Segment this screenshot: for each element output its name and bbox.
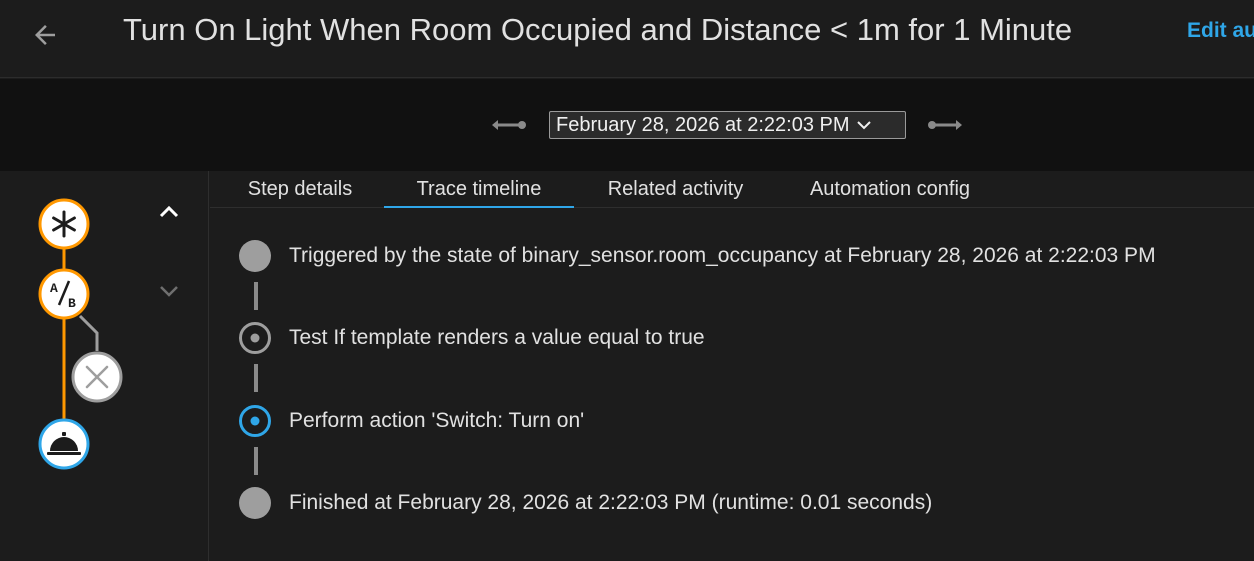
timeline-connector	[254, 282, 258, 310]
svg-text:B: B	[68, 296, 76, 311]
timeline-entry-text: Triggered by the state of binary_sensor.…	[289, 244, 1156, 267]
previous-step-button[interactable]	[154, 197, 184, 227]
tab-automation-config[interactable]: Automation config	[794, 171, 986, 208]
condition-node[interactable]: A B	[38, 268, 90, 320]
timeline-entry-text: Test If template renders a value equal t…	[289, 326, 705, 349]
timeline-entry-text: Perform action 'Switch: Turn on'	[289, 409, 585, 432]
timeline-entry: Triggered by the state of binary_sensor.…	[238, 238, 1156, 274]
page-title: Turn On Light When Room Occupied and Dis…	[123, 12, 1073, 47]
chevron-down-icon	[160, 286, 178, 297]
trace-tabs: Step details Trace timeline Related acti…	[210, 171, 1254, 208]
graph-edge-condition-fail	[78, 314, 99, 351]
circle-icon	[238, 486, 272, 520]
timeline-connector	[254, 447, 258, 475]
trace-date-select[interactable]: February 28, 2026 at 2:22:03 PM	[549, 111, 906, 139]
next-step-button[interactable]	[154, 276, 184, 306]
newer-trace-button[interactable]	[925, 114, 965, 136]
edit-automation-link[interactable]: Edit au	[1187, 19, 1254, 43]
timeline-entry: Test If template renders a value equal t…	[238, 320, 705, 356]
trace-timeline: Triggered by the state of binary_sensor.…	[210, 209, 1254, 561]
chevron-up-icon	[159, 205, 179, 218]
trace-date-value: February 28, 2026 at 2:22:03 PM	[556, 114, 850, 136]
chevron-down-icon	[856, 121, 871, 130]
timeline-entry-text: Finished at February 28, 2026 at 2:22:03…	[289, 491, 933, 514]
arrow-collapse-right-icon	[928, 120, 962, 130]
older-trace-button[interactable]	[489, 114, 529, 136]
tab-trace-timeline[interactable]: Trace timeline	[384, 171, 574, 208]
arrow-left-icon	[35, 25, 55, 45]
action-node[interactable]	[38, 418, 90, 470]
top-bar: Turn On Light When Room Occupied and Dis…	[0, 0, 1254, 78]
trace-graph-panel: A B	[0, 171, 209, 561]
timeline-entry: Finished at February 28, 2026 at 2:22:03…	[238, 485, 932, 521]
back-button[interactable]	[28, 18, 62, 52]
trigger-node[interactable]	[38, 198, 90, 250]
circle-icon	[238, 239, 272, 273]
timeline-connector	[254, 364, 258, 392]
trace-graph: A B	[38, 198, 123, 470]
timeline-entry: Perform action 'Switch: Turn on'	[238, 403, 584, 439]
arrow-collapse-left-icon	[492, 120, 526, 130]
circle-slice-active-icon	[238, 404, 272, 438]
svg-text:A: A	[50, 281, 58, 296]
condition-fail-node[interactable]	[71, 351, 123, 403]
circle-slice-icon	[238, 321, 272, 355]
tab-step-details[interactable]: Step details	[230, 171, 370, 208]
tab-related-activity[interactable]: Related activity	[593, 171, 758, 208]
